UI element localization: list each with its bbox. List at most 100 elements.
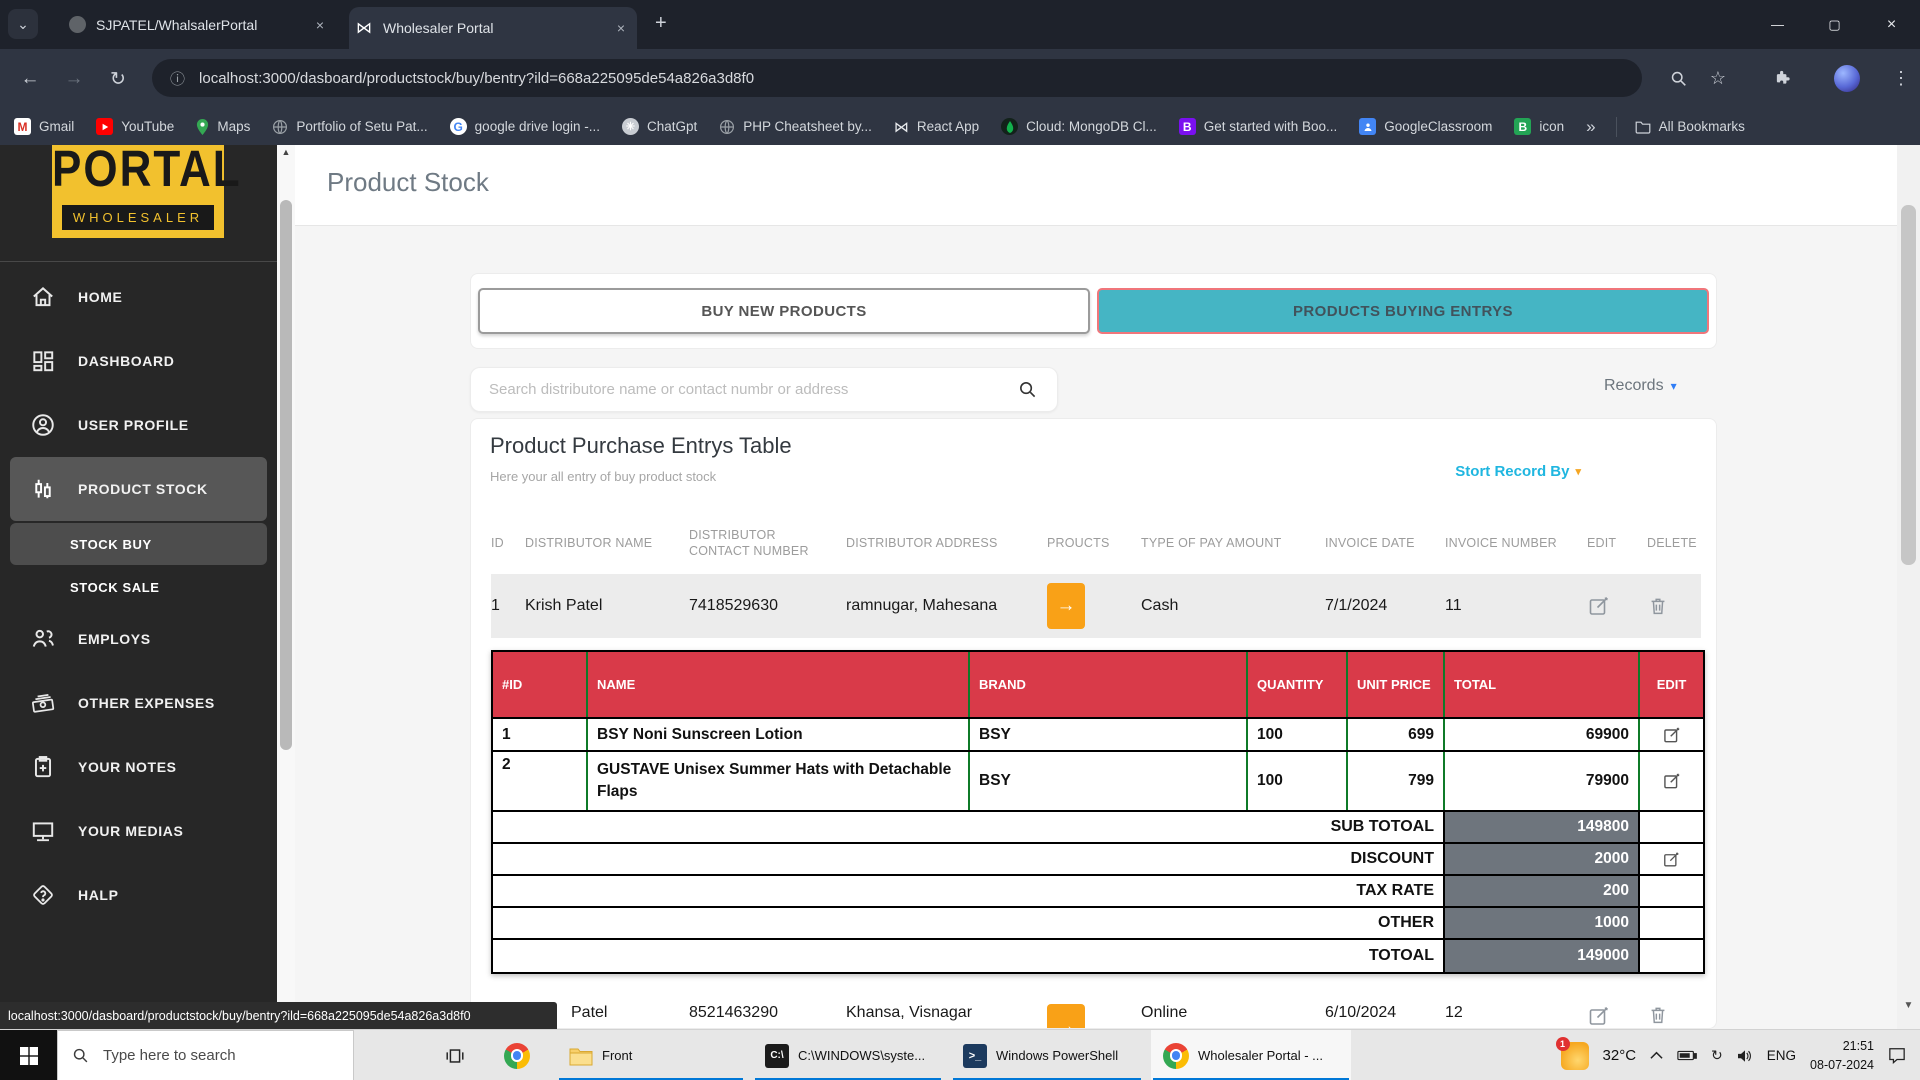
sort-record-by-dropdown[interactable]: Stort Record By ▾ (1455, 463, 1581, 480)
scrollbar-thumb[interactable] (1901, 205, 1916, 565)
bookmark-bootstrap[interactable]: B Get started with Boo... (1179, 118, 1338, 135)
new-tab-button[interactable]: + (655, 12, 667, 35)
bookmark-gmail[interactable]: M Gmail (14, 118, 74, 135)
bookmark-mongodb[interactable]: Cloud: MongoDB Cl... (1001, 118, 1157, 135)
taskbar-app-wholesaler-portal-active[interactable]: Wholesaler Portal - ... (1151, 1030, 1351, 1080)
logo-text-wholesaler: WHOLESALER (62, 205, 214, 230)
bookmark-google-drive[interactable]: G google drive login -... (450, 118, 600, 135)
taskbar-search-input[interactable] (101, 1046, 325, 1065)
bookmark-icon-site[interactable]: B icon (1514, 118, 1564, 135)
col-header: UNIT PRICE (1348, 652, 1445, 717)
sidebar-item-dashboard[interactable]: DASHBOARD (0, 329, 277, 393)
bookmark-youtube[interactable]: YouTube (96, 118, 174, 135)
tab-close-icon[interactable]: × (310, 15, 330, 35)
window-minimize-button[interactable]: — (1749, 0, 1806, 49)
scroll-down-icon[interactable]: ▼ (1897, 1000, 1920, 1011)
sidebar-item-halp[interactable]: HALP (0, 863, 277, 927)
products-header-row: #ID NAME BRAND QUANTITY UNIT PRICE TOTAL… (493, 652, 1703, 717)
records-dropdown[interactable]: Records ▾ (1604, 377, 1677, 395)
speaker-icon[interactable] (1737, 1049, 1753, 1063)
bookmark-portfolio[interactable]: Portfolio of Setu Pat... (272, 119, 427, 135)
summary-label: TAX RATE (493, 876, 1445, 906)
tab-close-icon[interactable]: × (611, 18, 631, 38)
edit-icon[interactable] (1587, 594, 1637, 618)
scroll-up-icon[interactable]: ▲ (277, 147, 295, 157)
page-title: Product Stock (327, 167, 489, 198)
site-info-icon[interactable]: ⓘ (170, 68, 185, 89)
extensions-puzzle-icon[interactable] (1770, 65, 1796, 91)
edit-icon[interactable] (1662, 771, 1682, 791)
bookmark-google-classroom[interactable]: GoogleClassroom (1359, 118, 1492, 135)
summary-label: SUB TOTOAL (493, 812, 1445, 842)
system-tray: 1 32°C ↻ ENG 21:51 08-07-2024 (1561, 1030, 1920, 1080)
bookmark-chatgpt[interactable]: ✳ ChatGpt (622, 118, 697, 135)
products-buying-entrys-button[interactable]: PRODUCTS BUYING ENTRYS (1097, 288, 1709, 334)
taskbar-app-front[interactable]: Front (557, 1030, 745, 1080)
sidebar-item-product-stock-active[interactable]: PRODUCT STOCK (10, 457, 267, 521)
bookmark-php-cheatsheet[interactable]: PHP Cheatsheet by... (719, 119, 872, 135)
zoom-icon[interactable] (1665, 65, 1691, 91)
tray-chevron-up-icon[interactable] (1650, 1051, 1663, 1060)
view-products-button[interactable]: → (1047, 583, 1085, 629)
edit-icon[interactable] (1662, 725, 1682, 745)
edit-icon[interactable] (1587, 1004, 1637, 1028)
content-left-scrollbar[interactable]: ▲ (277, 145, 295, 1029)
sidebar-item-your-notes[interactable]: YOUR NOTES (0, 735, 277, 799)
search-icon[interactable] (1018, 380, 1037, 399)
sidebar-item-user-profile[interactable]: USER PROFILE (0, 393, 277, 457)
window-close-button[interactable]: × (1863, 0, 1920, 49)
battery-icon[interactable] (1677, 1050, 1697, 1061)
task-view-button[interactable] (432, 1030, 478, 1080)
app-sidebar: PORTAL WHOLESALER HOME DASHBOARD USER PR… (0, 145, 277, 1029)
page-scrollbar[interactable]: ▼ (1897, 145, 1920, 1029)
sidebar-subitem-stock-sale[interactable]: STOCK SALE (0, 567, 277, 607)
cell-invoice-number: 12 (1445, 1004, 1587, 1022)
taskbar-chrome-button[interactable] (492, 1030, 542, 1080)
sidebar-subitem-stock-buy-active[interactable]: STOCK BUY (10, 523, 267, 565)
tab-wholesaler-portal-active[interactable]: ⋈ Wholesaler Portal × (349, 7, 637, 49)
sidebar-item-home[interactable]: HOME (0, 265, 277, 329)
bookmarks-overflow-chevrons[interactable]: » (1586, 117, 1595, 137)
tab-github[interactable]: SJPATEL/WhalsalerPortal × (68, 0, 330, 49)
sync-icon[interactable]: ↻ (1711, 1047, 1723, 1064)
cell-unit-price: 799 (1348, 752, 1445, 810)
view-products-button[interactable]: → (1047, 1004, 1085, 1029)
weather-icon[interactable]: 1 (1561, 1042, 1589, 1070)
web-page: PORTAL WHOLESALER HOME DASHBOARD USER PR… (0, 145, 1920, 1029)
language-indicator[interactable]: ENG (1767, 1048, 1796, 1063)
bookmark-label: YouTube (121, 119, 174, 134)
action-center-icon[interactable] (1888, 1047, 1906, 1064)
kebab-menu-icon[interactable]: ⋮ (1888, 65, 1914, 91)
bookmark-star-icon[interactable]: ☆ (1705, 65, 1731, 91)
edit-icon[interactable] (1662, 850, 1681, 869)
all-bookmarks[interactable]: All Bookmarks (1635, 119, 1745, 134)
buy-new-products-button[interactable]: BUY NEW PRODUCTS (478, 288, 1090, 334)
sidebar-label: HOME (78, 289, 122, 305)
forward-icon[interactable]: → (58, 63, 90, 95)
all-bookmarks-label: All Bookmarks (1659, 119, 1745, 134)
sidebar-item-employs[interactable]: EMPLOYS (0, 607, 277, 671)
bookmark-maps[interactable]: Maps (196, 119, 250, 135)
bookmark-react-app[interactable]: ⋈ React App (894, 118, 979, 136)
taskbar-clock[interactable]: 21:51 08-07-2024 (1810, 1037, 1874, 1073)
sidebar-item-your-medias[interactable]: YOUR MEDIAS (0, 799, 277, 863)
taskbar-app-cmd[interactable]: C:\ C:\WINDOWS\syste... (753, 1030, 943, 1080)
window-maximize-button[interactable]: ▢ (1806, 0, 1863, 49)
cell-name: BSY Noni Sunscreen Lotion (588, 719, 970, 750)
trash-icon[interactable] (1647, 595, 1691, 617)
taskbar-search-box[interactable] (57, 1030, 354, 1080)
back-icon[interactable]: ← (14, 63, 46, 95)
distributor-search-input[interactable] (471, 381, 1012, 398)
reload-icon[interactable]: ↻ (102, 63, 134, 95)
temperature-label[interactable]: 32°C (1603, 1047, 1637, 1064)
tab-search-button[interactable]: ⌄ (8, 9, 38, 39)
sidebar-label: HALP (78, 887, 119, 903)
url-text: localhost:3000/dasboard/productstock/buy… (199, 70, 754, 87)
sidebar-item-other-expenses[interactable]: OTHER EXPENSES (0, 671, 277, 735)
trash-icon[interactable] (1647, 1004, 1691, 1026)
profile-avatar[interactable] (1834, 65, 1860, 91)
start-button[interactable] (0, 1030, 57, 1080)
scrollbar-thumb[interactable] (280, 200, 292, 750)
url-bar[interactable]: ⓘ localhost:3000/dasboard/productstock/b… (152, 59, 1642, 97)
taskbar-app-powershell[interactable]: >_ Windows PowerShell (951, 1030, 1143, 1080)
